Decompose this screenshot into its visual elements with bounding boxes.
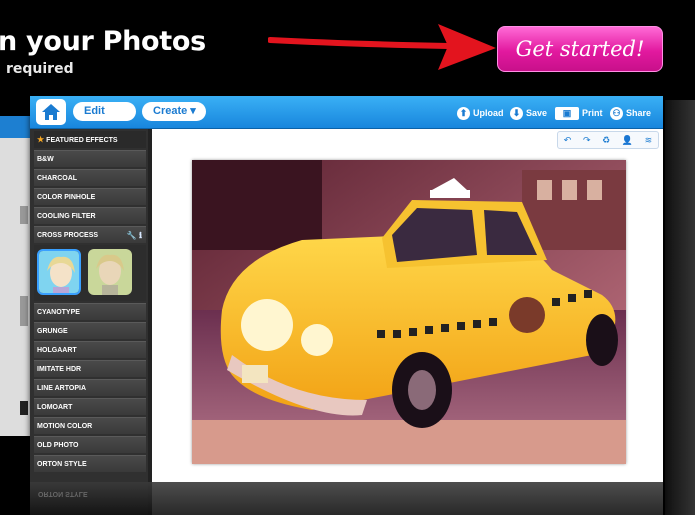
print-label: Print <box>582 108 603 118</box>
save-label: Save <box>526 108 548 118</box>
effect-item-cross-process[interactable]: CROSS PROCESS 🔧 ℹ <box>34 226 146 243</box>
effect-item-cyanotype[interactable]: CYANOTYPE <box>34 303 146 320</box>
print-icon: ▣ <box>555 106 579 120</box>
effect-item-charcoal[interactable]: CHARCOAL <box>34 169 146 186</box>
cross-process-presets <box>34 245 146 301</box>
photo-editor-window: Edit Create ▾ ⬆ Upload ⬇ Save ▣ Print ⚇ … <box>30 96 663 515</box>
canvas-tools: ↶ ↷ ♻ 👤 ≋ <box>557 131 659 149</box>
star-icon: ★ <box>37 135 45 144</box>
create-dropdown[interactable]: Create ▾ <box>142 102 206 121</box>
home-button[interactable] <box>36 99 66 125</box>
recycle-icon[interactable]: ♻ <box>602 135 610 146</box>
effect-item-lomoart[interactable]: LOMOART <box>34 398 146 415</box>
upload-button[interactable]: ⬆ Upload <box>457 105 504 121</box>
share-icon: ⚇ <box>610 106 623 120</box>
taxi-photo-image <box>192 160 626 464</box>
hero-subtitle: required <box>6 61 74 77</box>
arrow-pointer-icon <box>268 24 496 70</box>
background-panel <box>0 116 34 436</box>
save-button[interactable]: ⬇ Save <box>510 105 547 121</box>
share-label: Share <box>626 108 652 118</box>
layers-icon[interactable]: ≋ <box>645 135 653 146</box>
effect-settings-icon[interactable]: 🔧 ℹ <box>127 227 142 244</box>
effect-item-bw[interactable]: B&W <box>34 150 146 167</box>
background-panel-strip <box>0 116 34 138</box>
preset-thumbnail-1[interactable] <box>37 249 81 295</box>
effect-item-old-photo[interactable]: OLD PHOTO <box>34 436 146 453</box>
save-icon: ⬇ <box>510 106 523 120</box>
effect-item-holgaart[interactable]: HOLGAART <box>34 341 146 358</box>
effect-item-motion-color[interactable]: MOTION COLOR <box>34 417 146 434</box>
featured-label: FEATURED EFFECTS <box>46 137 118 144</box>
effect-item-color-pinhole[interactable]: COLOR PINHOLE <box>34 188 146 205</box>
redo-icon[interactable]: ↷ <box>583 135 591 146</box>
undo-icon[interactable]: ↶ <box>564 135 572 146</box>
effect-item-line-artopia[interactable]: LINE ARTOPIA <box>34 379 146 396</box>
app-reflection <box>30 482 663 515</box>
get-started-button[interactable]: Get started! <box>497 26 663 72</box>
reflection-text: ORTON STYLE <box>38 490 88 497</box>
featured-effects-header[interactable]: ★ FEATURED EFFECTS <box>34 131 146 148</box>
effects-sidebar: ★ FEATURED EFFECTS B&W CHARCOAL COLOR PIN… <box>30 129 152 515</box>
edit-button[interactable]: Edit <box>73 102 136 121</box>
upload-label: Upload <box>473 108 504 118</box>
upload-icon: ⬆ <box>457 106 470 120</box>
edited-photo[interactable] <box>192 160 626 464</box>
effect-item-cooling-filter[interactable]: COOLING FILTER <box>34 207 146 224</box>
preset-thumbnail-2[interactable] <box>88 249 132 295</box>
home-icon <box>42 104 60 120</box>
portrait-image <box>88 249 132 295</box>
background-shade <box>665 100 695 515</box>
hero-title: n your Photos <box>0 26 206 57</box>
effect-item-orton-style[interactable]: ORTON STYLE <box>34 455 146 472</box>
portrait-image <box>39 251 79 293</box>
editor-toolbar: Edit Create ▾ ⬆ Upload ⬇ Save ▣ Print ⚇ … <box>30 96 663 129</box>
effect-item-grunge[interactable]: GRUNGE <box>34 322 146 339</box>
print-button[interactable]: ▣ Print <box>555 105 603 121</box>
effect-item-imitate-hdr[interactable]: IMITATE HDR <box>34 360 146 377</box>
share-button[interactable]: ⚇ Share <box>610 105 651 121</box>
person-icon[interactable]: 👤 <box>622 135 633 146</box>
photo-canvas: ↶ ↷ ♻ 👤 ≋ <box>152 129 663 515</box>
cross-process-label: CROSS PROCESS <box>37 232 99 239</box>
